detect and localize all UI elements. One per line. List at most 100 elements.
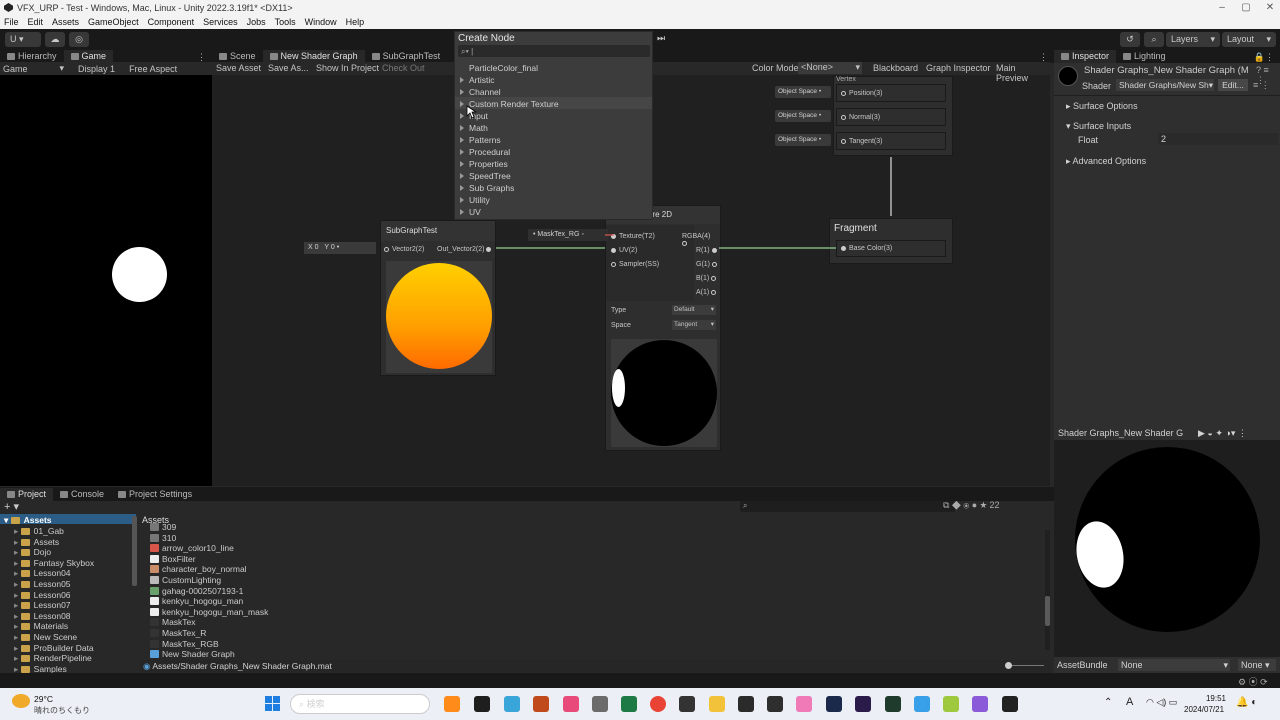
app-ds-icon[interactable] (885, 696, 901, 712)
windows-start-icon[interactable] (265, 696, 281, 712)
tree-folder-item[interactable]: ▸ Dojo (14, 547, 51, 558)
search-icon[interactable]: ⌕ (1144, 32, 1164, 47)
game-display-dropdown[interactable]: Game (3, 64, 28, 74)
play-icon[interactable]: ▶ ◒ ✦ ◑▾ ⋮ (1198, 426, 1247, 440)
after-effects-icon[interactable] (855, 696, 871, 712)
tray-chevron-icon[interactable]: ⌃ (1104, 697, 1112, 708)
asset-list-item[interactable]: MaskTex (150, 617, 196, 627)
zoom-slider[interactable] (1008, 665, 1044, 666)
lock-icon[interactable]: 🔒⋮ (1254, 52, 1280, 63)
menu-jobs[interactable]: Jobs (247, 17, 266, 27)
menu-edit[interactable]: Edit (28, 17, 44, 27)
app-icon[interactable] (738, 696, 754, 712)
tree-root-assets[interactable]: ▾ Assets (4, 515, 52, 526)
photoshop-icon[interactable] (826, 696, 842, 712)
file-scrollbar-track[interactable] (1045, 530, 1050, 650)
asset-list-item[interactable]: CustomLighting (150, 575, 221, 585)
clock-date[interactable]: 2024/07/21 (1184, 705, 1224, 714)
create-node-item-utility[interactable]: Utility (469, 195, 490, 205)
tree-folder-item[interactable]: ▸ 01_Gab (14, 526, 64, 537)
float-input[interactable]: 2 (1158, 133, 1278, 145)
asset-list-item[interactable]: 309 (150, 522, 176, 532)
menu-window[interactable]: Window (305, 17, 337, 27)
advanced-options-foldout[interactable]: ▸ Advanced Options (1066, 156, 1146, 167)
app-icon[interactable] (592, 696, 608, 712)
create-node-item-math[interactable]: Math (469, 123, 488, 133)
collab-icon[interactable]: ◎ (69, 32, 89, 47)
status-icons[interactable]: ⚙ ⦿ ⟳ (1238, 675, 1268, 688)
variant-dropdown[interactable]: None ▾ (1238, 659, 1276, 671)
blender-icon[interactable] (444, 696, 460, 712)
create-node-item-artistic[interactable]: Artistic (469, 75, 495, 85)
asset-list-item[interactable]: BoxFilter (150, 554, 196, 564)
wifi-volume-icon[interactable]: ◠ ◁) ▭ (1146, 697, 1177, 708)
tab-console[interactable]: Console (53, 488, 111, 501)
asset-list-item[interactable]: kenkyu_hogogu_man (150, 596, 243, 606)
asset-list-item[interactable]: 310 (150, 533, 176, 543)
tree-folder-item[interactable]: ▸ Lesson07 (14, 600, 71, 611)
asset-list-item[interactable]: New Shader Graph (150, 649, 235, 659)
file-scrollbar-thumb[interactable] (1045, 596, 1050, 626)
create-node-item-sub-graphs[interactable]: Sub Graphs (469, 183, 514, 193)
asset-list-item[interactable]: MaskTex_RGB (150, 639, 219, 649)
tree-folder-item[interactable]: ▸ Lesson05 (14, 579, 71, 590)
chrome-icon[interactable] (650, 696, 666, 712)
create-node-item-properties[interactable]: Properties (469, 159, 508, 169)
maximize-icon[interactable]: ▢ (1234, 0, 1258, 15)
surface-inputs-foldout[interactable]: ▾ Surface Inputs (1066, 121, 1131, 132)
tab-project-settings[interactable]: Project Settings (111, 488, 199, 501)
menu-assets[interactable]: Assets (52, 17, 79, 27)
tree-folder-item[interactable]: ▸ Assets (14, 537, 59, 548)
asset-list-item[interactable]: arrow_color10_line (150, 543, 234, 553)
edit-shader-button[interactable]: Edit... (1218, 79, 1248, 91)
tree-folder-item[interactable]: ▸ Materials (14, 621, 68, 632)
visual-studio-icon[interactable] (972, 696, 988, 712)
tree-folder-item[interactable]: ▸ RenderPipeline (14, 653, 92, 664)
aspect-dropdown[interactable]: Free Aspect (129, 64, 177, 74)
excel-icon[interactable] (621, 696, 637, 712)
tree-folder-item[interactable]: ▸ Lesson04 (14, 568, 71, 579)
notification-icon[interactable]: 🔔 ◐ (1236, 697, 1257, 708)
layout-dropdown[interactable]: Layout ▾ (1222, 32, 1276, 47)
app-d-icon[interactable] (1002, 696, 1018, 712)
filter-icons[interactable]: ⧉ ◆ ⦿ ● ★ 22 (943, 500, 1000, 511)
popup-expand-icon[interactable]: ⏭ (657, 33, 665, 44)
shader-dropdown[interactable]: Shader Graphs/New Sh▾ (1116, 79, 1214, 91)
tree-folder-item[interactable]: ▸ Lesson06 (14, 590, 71, 601)
asset-list-item[interactable]: character_boy_normal (150, 564, 247, 574)
app-icon[interactable] (563, 696, 579, 712)
tab-inspector[interactable]: Inspector (1054, 50, 1117, 63)
minimize-icon[interactable]: – (1210, 0, 1234, 15)
menu-gameobject[interactable]: GameObject (88, 17, 139, 27)
tree-folder-item[interactable]: ▸ ProBuilder Data (14, 643, 94, 654)
app-v-icon[interactable] (943, 696, 959, 712)
ime-indicator[interactable]: A (1126, 696, 1133, 708)
create-node-item-speedtree[interactable]: SpeedTree (469, 171, 511, 181)
history-icon[interactable]: ↺ (1120, 32, 1140, 47)
app-icon[interactable] (533, 696, 549, 712)
weather-icon[interactable] (12, 694, 30, 708)
asset-list-item[interactable]: kenkyu_hogogu_man_mask (150, 607, 268, 617)
app-icon[interactable] (914, 696, 930, 712)
more-options-icon[interactable]: ≡ ⋮ (1253, 80, 1270, 91)
account-button[interactable]: U ▾ (5, 32, 41, 47)
app-icon[interactable] (796, 696, 812, 712)
create-node-item-particlecolor[interactable]: ParticleColor_final (469, 63, 538, 73)
tree-scrollbar[interactable] (132, 516, 137, 586)
layers-dropdown[interactable]: Layers ▾ (1166, 32, 1220, 47)
project-search-input[interactable]: ⌕ (740, 501, 955, 512)
cloud-icon[interactable]: ☁ (45, 32, 65, 47)
asset-list-item[interactable]: MaskTex_R (150, 628, 206, 638)
menu-file[interactable]: File (4, 17, 19, 27)
tree-folder-item[interactable]: ▸ New Scene (14, 632, 77, 643)
tree-folder-item[interactable]: ▸ Fantasy Skybox (14, 558, 94, 569)
unity-icon[interactable] (679, 696, 695, 712)
surface-options-foldout[interactable]: ▸ Surface Options (1066, 101, 1138, 112)
asset-bundle-dropdown[interactable]: None ▾ (1118, 659, 1230, 671)
asset-list-item[interactable]: gahag-0002507193-1 (150, 586, 243, 596)
add-button[interactable]: + ▾ (4, 500, 19, 513)
clock-time[interactable]: 19:51 (1190, 694, 1226, 703)
file-explorer-icon[interactable] (709, 696, 725, 712)
close-icon[interactable]: ✕ (1258, 0, 1280, 15)
create-node-item-uv[interactable]: UV (469, 207, 481, 217)
